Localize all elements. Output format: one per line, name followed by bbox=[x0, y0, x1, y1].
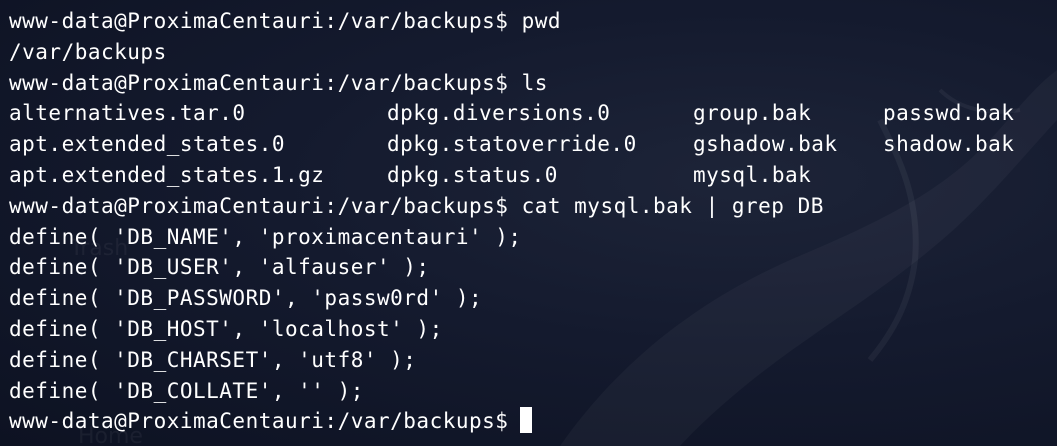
file-name: group.bak bbox=[693, 101, 812, 126]
command-text: cat mysql.bak | grep DB bbox=[521, 193, 824, 218]
file-name: mysql.bak bbox=[693, 162, 812, 187]
shell-prompt: www-data@ProximaCentauri:/var/backups$ bbox=[9, 193, 509, 218]
ls-row: alternatives.tar.0 dpkg.diversions.0 group… bbox=[9, 98, 1057, 129]
output-line: define( 'DB_COLLATE', '' ); bbox=[9, 378, 364, 403]
shell-prompt: www-data@ProximaCentauri:/var/backups$ bbox=[9, 409, 509, 434]
file-name: dpkg.status.0 bbox=[387, 162, 558, 187]
file-name: alternatives.tar.0 bbox=[9, 101, 246, 126]
file-name: dpkg.diversions.0 bbox=[387, 101, 611, 126]
text-cursor[interactable] bbox=[520, 407, 533, 434]
terminal-window[interactable]: Trash Home www-data@ProximaCentauri:/var… bbox=[0, 0, 1057, 446]
ls-row: apt.extended_states.1.gz dpkg.status.0 mys… bbox=[9, 160, 1057, 191]
output-line: define( 'DB_USER', 'alfauser' ); bbox=[9, 255, 430, 280]
file-name: apt.extended_states.1.gz bbox=[9, 162, 325, 187]
active-prompt-line[interactable]: www-data@ProximaCentauri:/var/backups$ bbox=[9, 406, 1057, 437]
command-text: ls bbox=[521, 70, 548, 95]
output-line: define( 'DB_HOST', 'localhost' ); bbox=[9, 316, 443, 341]
shell-prompt: www-data@ProximaCentauri:/var/backups$ bbox=[9, 9, 509, 33]
file-name: gshadow.bak bbox=[693, 132, 838, 157]
file-name: passwd.bak bbox=[883, 101, 1015, 126]
shell-prompt: www-data@ProximaCentauri:/var/backups$ bbox=[9, 70, 509, 95]
output-line: /var/backups bbox=[9, 39, 167, 64]
terminal-output: www-data@ProximaCentauri:/var/backups$ p… bbox=[9, 6, 1057, 437]
command-line-ls: www-data@ProximaCentauri:/var/backups$ l… bbox=[9, 68, 1057, 99]
command-line-cat: www-data@ProximaCentauri:/var/backups$ c… bbox=[9, 191, 1057, 222]
file-name: dpkg.statoverride.0 bbox=[387, 132, 637, 157]
command-line-pwd: www-data@ProximaCentauri:/var/backups$ p… bbox=[9, 6, 1057, 37]
output-line: define( 'DB_NAME', 'proximacentauri' ); bbox=[9, 224, 522, 249]
ls-row: apt.extended_states.0 dpkg.statoverride.0… bbox=[9, 129, 1057, 160]
command-text: pwd bbox=[521, 9, 562, 33]
output-line: define( 'DB_PASSWORD', 'passw0rd' ); bbox=[9, 286, 483, 311]
file-name: apt.extended_states.0 bbox=[9, 132, 286, 157]
file-name: shadow.bak bbox=[883, 132, 1015, 157]
output-line: define( 'DB_CHARSET', 'utf8' ); bbox=[9, 347, 417, 372]
